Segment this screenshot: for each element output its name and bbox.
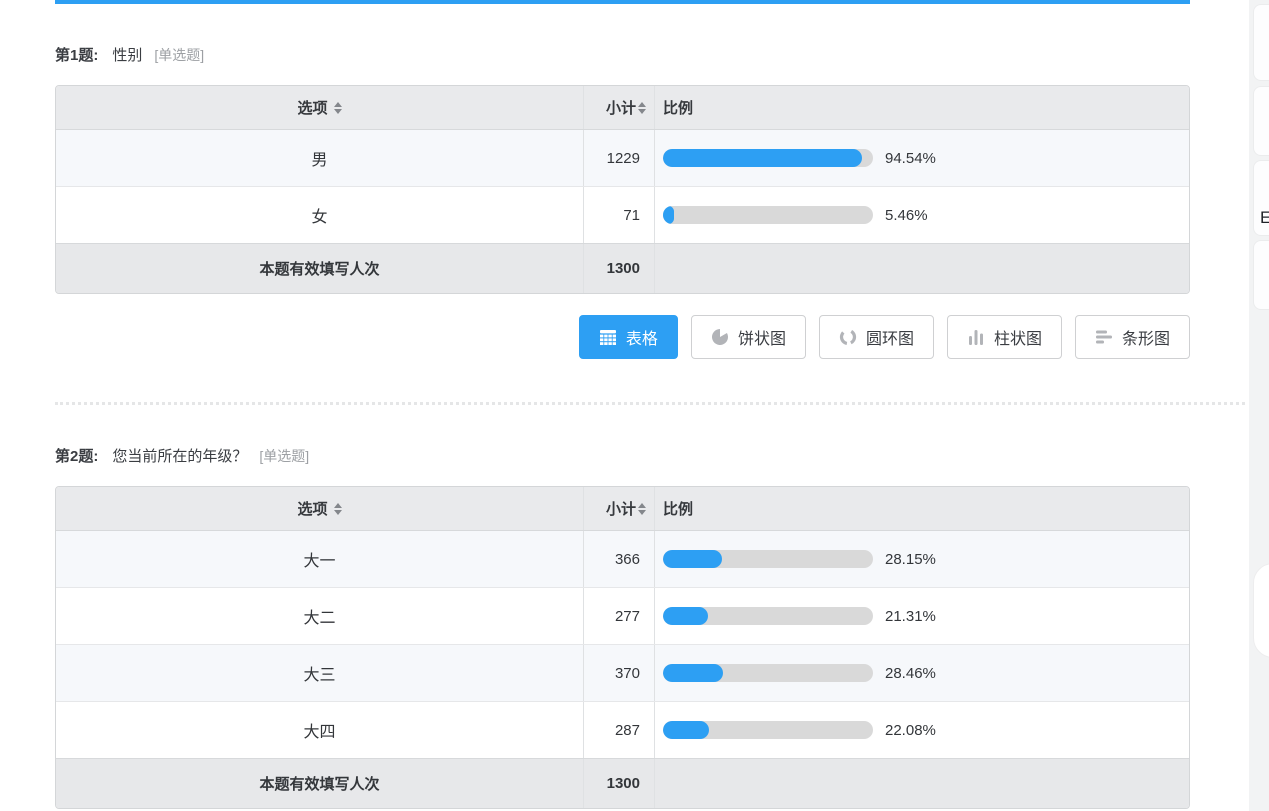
count-cell: 71 [584, 187, 655, 243]
question-type-badge: [单选题] [259, 446, 309, 466]
question-separator [55, 402, 1245, 405]
option-cell: 大二 [56, 588, 584, 644]
ratio-bar-track [663, 607, 873, 625]
count-cell: 287 [584, 702, 655, 758]
ratio-bar-fill [663, 149, 862, 167]
table-row: 女 71 5.46% [56, 186, 1189, 243]
sort-icon[interactable] [334, 102, 342, 114]
table-header-row: 选项 小计 比例 [56, 86, 1189, 130]
ratio-percent-label: 22.08% [885, 722, 936, 739]
count-cell: 370 [584, 645, 655, 701]
ratio-cell: 28.46% [655, 645, 1189, 701]
question-title: 第1题: 性别 [单选题] [55, 0, 1190, 65]
table-icon [599, 328, 617, 346]
question-number: 第2题: [55, 445, 98, 466]
table-row: 大二 277 21.31% [56, 587, 1189, 644]
ratio-bar-track [663, 721, 873, 739]
column-chart-icon [967, 328, 985, 346]
table-row: 大四 287 22.08% [56, 701, 1189, 758]
question-title: 第2题: 您当前所在的年级？ [单选题] [55, 445, 1190, 466]
ratio-bar-fill [663, 206, 674, 224]
sort-icon[interactable] [334, 503, 342, 515]
ratio-bar-track [663, 550, 873, 568]
ratio-bar-fill [663, 550, 722, 568]
ratio-percent-label: 21.31% [885, 608, 936, 625]
right-sidebar: E [1249, 0, 1269, 811]
sidebar-card[interactable] [1253, 86, 1269, 156]
option-cell: 男 [56, 130, 584, 186]
table-footer-row: 本题有效填写人次 1300 [56, 243, 1189, 293]
count-cell: 1229 [584, 130, 655, 186]
chart-type-buttons: 表格 饼状图 圆环图 柱状图 条形图 [55, 315, 1190, 359]
chart-type-button[interactable]: 圆环图 [819, 315, 934, 359]
question-number: 第1题: [55, 44, 98, 65]
table-row: 男 1229 94.54% [56, 130, 1189, 186]
survey-results-container: 第1题: 性别 [单选题] 选项 小计 比例 男 1229 [55, 0, 1190, 809]
column-header-ratio: 比例 [655, 86, 1189, 129]
table-row: 大三 370 28.46% [56, 644, 1189, 701]
column-header-count[interactable]: 小计 [584, 487, 655, 530]
ratio-cell: 5.46% [655, 187, 1189, 243]
column-header-option[interactable]: 选项 [56, 86, 584, 129]
table-row: 大一 366 28.15% [56, 531, 1189, 587]
column-header-option[interactable]: 选项 [56, 487, 584, 530]
chart-type-button[interactable]: 柱状图 [947, 315, 1062, 359]
footer-label: 本题有效填写人次 [56, 759, 584, 808]
ratio-cell: 22.08% [655, 702, 1189, 758]
table-body: 大一 366 28.15% 大二 277 21.31% 大三 370 28.46… [56, 531, 1189, 758]
ratio-bar-fill [663, 664, 723, 682]
ratio-cell: 28.15% [655, 531, 1189, 587]
sidebar-card[interactable]: E [1253, 160, 1269, 236]
ratio-bar-fill [663, 721, 709, 739]
option-cell: 大四 [56, 702, 584, 758]
floating-button-partial[interactable] [1253, 563, 1269, 658]
table-body: 男 1229 94.54% 女 71 5.46% [56, 130, 1189, 243]
sort-icon[interactable] [638, 102, 646, 114]
chart-type-button[interactable]: 饼状图 [691, 315, 806, 359]
question-section: 第2题: 您当前所在的年级？ [单选题] 选项 小计 比例 大一 366 [55, 445, 1190, 809]
ratio-percent-label: 5.46% [885, 207, 928, 224]
column-header-ratio: 比例 [655, 487, 1189, 530]
ratio-bar-fill [663, 607, 708, 625]
sidebar-card-partial-label: E [1260, 208, 1269, 228]
pie-chart-icon [711, 328, 729, 346]
option-cell: 女 [56, 187, 584, 243]
table-footer-row: 本题有效填写人次 1300 [56, 758, 1189, 808]
sidebar-card[interactable] [1253, 4, 1269, 81]
question-type-badge: [单选题] [154, 45, 204, 65]
sidebar-card[interactable] [1253, 240, 1269, 310]
ratio-bar-track [663, 149, 873, 167]
question-text: 性别 [112, 44, 142, 65]
option-cell: 大一 [56, 531, 584, 587]
stats-table: 选项 小计 比例 大一 366 28.15% 大二 277 21 [55, 486, 1190, 809]
chart-type-button[interactable]: 条形图 [1075, 315, 1190, 359]
count-cell: 366 [584, 531, 655, 587]
ratio-bar-track [663, 206, 873, 224]
ratio-bar-track [663, 664, 873, 682]
ratio-cell: 21.31% [655, 588, 1189, 644]
sort-icon[interactable] [638, 503, 646, 515]
ratio-percent-label: 94.54% [885, 150, 936, 167]
question-text: 您当前所在的年级？ [112, 445, 247, 466]
bar-chart-icon [1095, 328, 1113, 346]
count-cell: 277 [584, 588, 655, 644]
footer-count: 1300 [584, 759, 655, 808]
ratio-percent-label: 28.46% [885, 665, 936, 682]
ratio-cell: 94.54% [655, 130, 1189, 186]
option-cell: 大三 [56, 645, 584, 701]
table-header-row: 选项 小计 比例 [56, 487, 1189, 531]
donut-chart-icon [839, 328, 857, 346]
chart-type-button[interactable]: 表格 [579, 315, 678, 359]
footer-label: 本题有效填写人次 [56, 244, 584, 293]
question-section: 第1题: 性别 [单选题] 选项 小计 比例 男 1229 [55, 0, 1190, 359]
footer-count: 1300 [584, 244, 655, 293]
ratio-percent-label: 28.15% [885, 551, 936, 568]
stats-table: 选项 小计 比例 男 1229 94.54% 女 71 5.46 [55, 85, 1190, 294]
column-header-count[interactable]: 小计 [584, 86, 655, 129]
